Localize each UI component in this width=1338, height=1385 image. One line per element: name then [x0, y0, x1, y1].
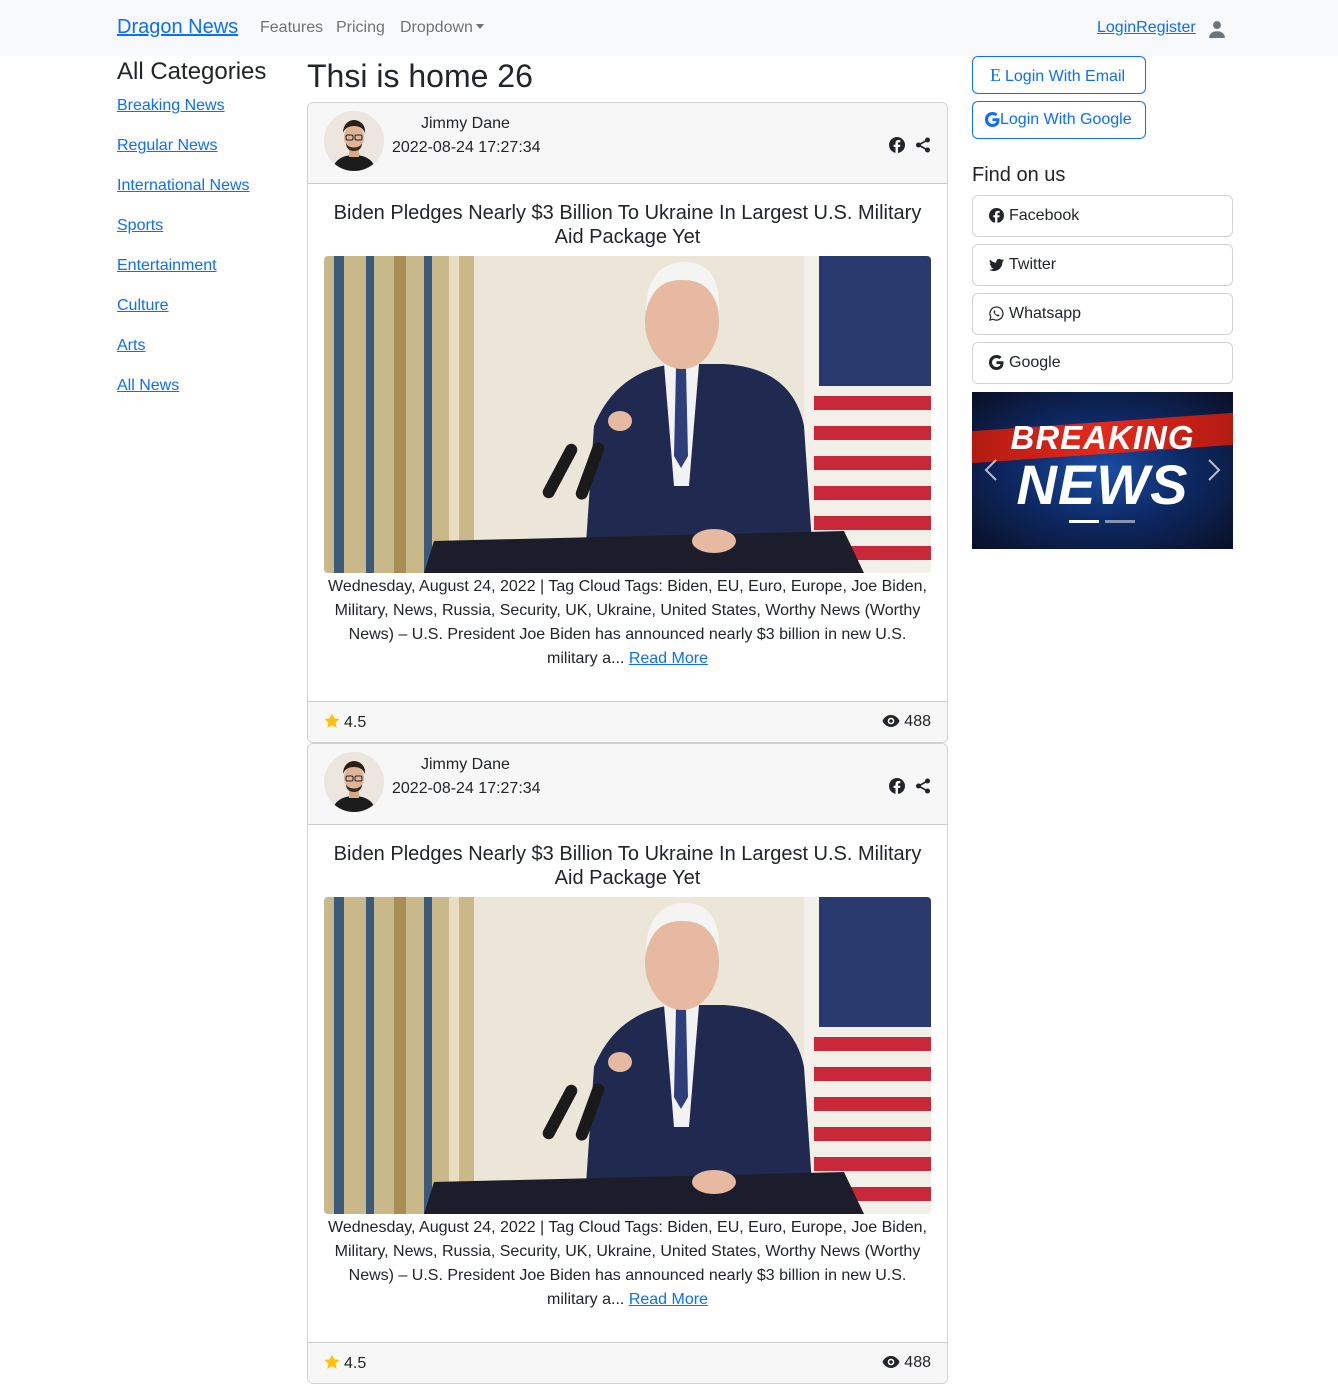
- nav-features[interactable]: Features: [260, 19, 323, 37]
- chevron-left-icon[interactable]: [984, 458, 998, 482]
- news-card: Jimmy Dane 2022-08-24 17:27:34 Biden Ple…: [307, 102, 948, 743]
- google-icon: [989, 355, 1004, 370]
- facebook-icon: [989, 208, 1004, 223]
- category-breaking-news[interactable]: Breaking News: [117, 96, 250, 136]
- nav-dropdown-label: Dropdown: [400, 19, 473, 36]
- carousel-line2: NEWS: [1016, 453, 1189, 516]
- excerpt-text: Wednesday, August 24, 2022 | Tag Cloud T…: [328, 578, 927, 667]
- article-image: [324, 897, 931, 1214]
- login-google-button[interactable]: Login With Google: [972, 101, 1146, 139]
- chevron-right-icon[interactable]: [1207, 458, 1221, 482]
- card-actions: [883, 778, 931, 799]
- article-excerpt: Wednesday, August 24, 2022 | Tag Cloud T…: [324, 575, 931, 671]
- facebook-icon[interactable]: [888, 778, 905, 794]
- social-label: Google: [1009, 354, 1061, 371]
- views-value: 488: [904, 713, 931, 730]
- eye-icon: [882, 1356, 900, 1368]
- article-title[interactable]: Biden Pledges Nearly $3 Billion To Ukrai…: [324, 201, 931, 249]
- social-google[interactable]: Google: [972, 342, 1233, 384]
- star-icon: [324, 713, 340, 728]
- publish-date: 2022-08-24 17:27:34: [392, 780, 541, 797]
- facebook-icon[interactable]: [888, 137, 905, 153]
- category-international-news[interactable]: International News: [117, 176, 250, 216]
- nav-dropdown[interactable]: Dropdown: [400, 19, 484, 37]
- card-header: Jimmy Dane 2022-08-24 17:27:34: [308, 744, 947, 825]
- breaking-news-carousel[interactable]: BREAKING NEWS: [972, 392, 1233, 549]
- eye-icon: [882, 715, 900, 727]
- share-icon[interactable]: [915, 137, 931, 153]
- category-all-news[interactable]: All News: [117, 376, 250, 416]
- categories-title: All Categories: [117, 58, 267, 85]
- login-email-label: Login With Email: [1005, 68, 1126, 85]
- article-image: [324, 256, 931, 573]
- rating-value: 4.5: [344, 1355, 367, 1372]
- rating-value: 4.5: [344, 714, 367, 731]
- brand-link[interactable]: Dragon News: [117, 16, 238, 39]
- login-email-button[interactable]: E Login With Email: [972, 56, 1146, 94]
- author-name: Jimmy Dane: [421, 115, 510, 132]
- whatsapp-icon: [989, 306, 1004, 321]
- nav-pricing[interactable]: Pricing: [336, 19, 385, 37]
- find-us-title: Find on us: [972, 164, 1066, 186]
- carousel-indicator-2[interactable]: [1105, 520, 1135, 523]
- author-avatar: [324, 111, 384, 171]
- navbar: Dragon News Features Pricing Dropdown Lo…: [0, 0, 1338, 56]
- view-count: 488: [882, 1354, 931, 1372]
- author-name: Jimmy Dane: [421, 756, 510, 773]
- social-label: Twitter: [1009, 256, 1057, 273]
- rating: 4.5: [324, 713, 366, 732]
- article-title[interactable]: Biden Pledges Nearly $3 Billion To Ukrai…: [324, 842, 931, 890]
- card-actions: [883, 137, 931, 158]
- rating: 4.5: [324, 1354, 366, 1373]
- email-icon: E: [990, 65, 1001, 85]
- news-card: Jimmy Dane 2022-08-24 17:27:34 Biden Ple…: [307, 743, 948, 1384]
- social-twitter[interactable]: Twitter: [972, 244, 1233, 286]
- author-avatar: [324, 752, 384, 812]
- read-more-link[interactable]: Read More: [629, 1291, 708, 1308]
- social-facebook[interactable]: Facebook: [972, 195, 1233, 237]
- login-register-link[interactable]: LoginRegister: [1097, 19, 1196, 37]
- social-whatsapp[interactable]: Whatsapp: [972, 293, 1233, 335]
- twitter-icon: [989, 258, 1004, 272]
- publish-date: 2022-08-24 17:27:34: [392, 139, 541, 156]
- views-value: 488: [904, 1354, 931, 1371]
- social-label: Whatsapp: [1009, 305, 1082, 322]
- read-more-link[interactable]: Read More: [629, 650, 708, 667]
- excerpt-text: Wednesday, August 24, 2022 | Tag Cloud T…: [328, 1219, 927, 1308]
- star-icon: [324, 1354, 340, 1369]
- category-regular-news[interactable]: Regular News: [117, 136, 250, 176]
- category-list: Breaking News Regular News International…: [117, 96, 250, 416]
- login-google-label: Login With Google: [1000, 111, 1132, 128]
- category-arts[interactable]: Arts: [117, 336, 250, 376]
- carousel-indicator-1[interactable]: [1069, 520, 1099, 523]
- page-title: Thsi is home 26: [307, 58, 533, 94]
- social-label: Facebook: [1009, 207, 1080, 224]
- user-icon[interactable]: [1208, 20, 1226, 38]
- category-sports[interactable]: Sports: [117, 216, 250, 256]
- category-culture[interactable]: Culture: [117, 296, 250, 336]
- card-header: Jimmy Dane 2022-08-24 17:27:34: [308, 103, 947, 184]
- article-excerpt: Wednesday, August 24, 2022 | Tag Cloud T…: [324, 1216, 931, 1312]
- caret-down-icon: [475, 24, 484, 29]
- view-count: 488: [882, 713, 931, 731]
- card-footer: 4.5 488: [308, 701, 947, 742]
- category-entertainment[interactable]: Entertainment: [117, 256, 250, 296]
- share-icon[interactable]: [915, 778, 931, 794]
- card-footer: 4.5 488: [308, 1342, 947, 1383]
- google-icon: [985, 112, 1000, 127]
